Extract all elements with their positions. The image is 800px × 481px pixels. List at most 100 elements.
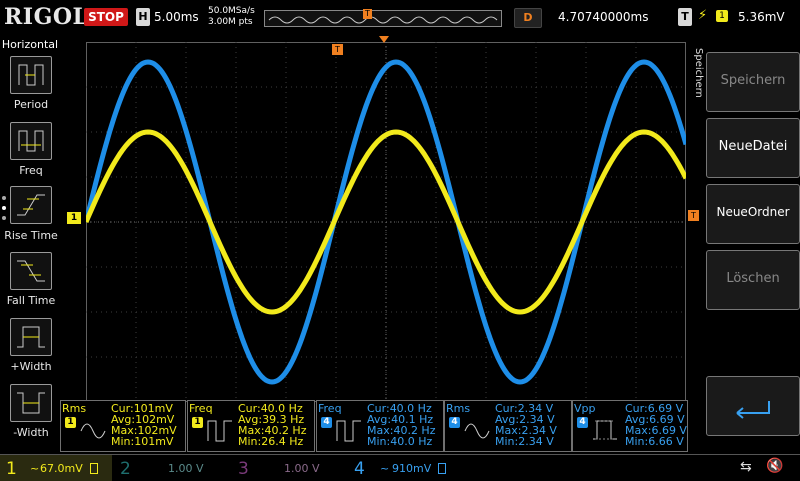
fall-time-label: Fall Time: [6, 294, 56, 307]
left-menu-title: Horizontal: [1, 38, 59, 51]
horizontal-center-marker-icon: [379, 36, 389, 43]
rms-icon: [464, 423, 490, 439]
waveform-canvas: [83, 42, 689, 402]
speichern-button[interactable]: Speichern: [706, 52, 800, 112]
measure-name: Freq: [189, 402, 213, 415]
channel-badge: 4: [577, 417, 588, 428]
channel-badge: 1: [192, 417, 203, 428]
neue-ordner-button[interactable]: NeueOrdner: [706, 184, 800, 244]
delay-value[interactable]: 4.70740000ms: [558, 10, 648, 24]
rms-icon: [80, 423, 106, 439]
ch4-coupling: ~: [380, 462, 390, 475]
ch1-number: 1: [6, 459, 17, 479]
freq-button[interactable]: [10, 122, 52, 160]
speichern-label: Speichern: [720, 73, 786, 88]
memory-depth: 3.00M pts: [208, 17, 253, 27]
neg-width-button[interactable]: [10, 384, 52, 422]
neue-datei-button[interactable]: NeueDatei: [706, 118, 800, 178]
loeschen-button[interactable]: Löschen: [706, 250, 800, 310]
fall-time-icon: [17, 260, 45, 282]
measure-name: Vpp: [574, 402, 596, 415]
period-icon: [18, 64, 44, 86]
page-dot-active-icon: [2, 206, 6, 210]
rise-time-button[interactable]: [10, 186, 52, 224]
period-button[interactable]: [10, 56, 52, 94]
measure-values: Cur:6.69 V Avg:6.69 V Max:6.69 V Min:6.66 V: [625, 403, 687, 447]
memory-waveform-overview: [268, 16, 498, 24]
channel-badge: 1: [65, 417, 76, 428]
ch4-probe-icon: [438, 463, 446, 474]
measure-min: Min:2.34 V: [495, 435, 554, 448]
horizontal-label: H: [136, 8, 150, 26]
measurement-rms-ch1[interactable]: Rms 1 Cur:101mV Avg:102mV Max:102mV Min:101…: [60, 400, 186, 452]
measure-values: Cur:2.34 V Avg:2.34 V Max:2.34 V Min:2.34 V: [495, 403, 557, 447]
measure-min: Min:6.66 V: [625, 435, 684, 448]
trigger-position-marker: T: [363, 9, 372, 19]
measure-min: Min:101mV: [111, 435, 174, 448]
freq-label: Freq: [19, 164, 43, 177]
trigger-level-value[interactable]: 5.36mV: [738, 10, 785, 24]
rise-time-icon: [17, 194, 45, 216]
vpp-icon: [593, 420, 617, 440]
ch4-number[interactable]: 4: [354, 459, 365, 479]
brand-logo: RIGOL: [4, 4, 89, 30]
neg-width-label: -Width: [13, 426, 49, 439]
trigger-label: T: [678, 8, 692, 26]
return-button[interactable]: [706, 376, 800, 436]
measurement-vpp-ch4[interactable]: Vpp 4 Cur:6.69 V Avg:6.69 V Max:6.69 V Min:…: [572, 400, 688, 452]
delay-label: D: [514, 8, 542, 28]
pos-width-label: +Width: [10, 360, 52, 373]
measure-values: Cur:40.0 Hz Avg:40.1 Hz Max:40.2 Hz Min:40.…: [367, 403, 435, 447]
right-menu-title: Speichern: [693, 48, 704, 98]
rise-time-label: Rise Time: [4, 229, 58, 242]
neue-ordner-label: NeueOrdner: [716, 205, 790, 219]
timebase-value[interactable]: 5.00ms: [154, 10, 199, 24]
neue-datei-label: NeueDatei: [718, 139, 788, 154]
ch1-status[interactable]: 1 ~ 67.0mV: [0, 455, 112, 481]
ch2-scale[interactable]: 1.00 V: [168, 462, 204, 475]
measurement-freq-ch1[interactable]: Freq 1 Cur:40.0 Hz Avg:39.3 Hz Max:40.2 Hz…: [187, 400, 315, 452]
usb-icon: ⇆: [740, 459, 752, 475]
run-stop-status[interactable]: STOP: [84, 8, 128, 26]
measure-name: Freq: [318, 402, 342, 415]
trigger-time-marker: T: [332, 44, 343, 55]
trigger-position-strip: T: [264, 9, 502, 27]
loeschen-label: Löschen: [726, 271, 780, 286]
ch1-scale: 67.0mV: [40, 462, 83, 475]
trigger-source-badge: 1: [716, 10, 728, 22]
measure-name: Rms: [446, 402, 471, 415]
positive-width-icon: [17, 326, 45, 348]
ch2-number[interactable]: 2: [120, 459, 131, 479]
measure-name: Rms: [62, 402, 87, 415]
pos-width-button[interactable]: [10, 318, 52, 356]
channel-badge: 4: [321, 417, 332, 428]
period-label: Period: [13, 98, 49, 111]
measurement-rms-ch4[interactable]: Rms 4 Cur:2.34 V Avg:2.34 V Max:2.34 V Min:…: [444, 400, 572, 452]
sample-rate: 50.0MSa/s: [208, 6, 255, 16]
ch3-number[interactable]: 3: [238, 459, 249, 479]
mute-speaker-icon[interactable]: 🔇: [766, 458, 783, 474]
freq-icon: [207, 420, 232, 442]
ch4-scale[interactable]: 910mV: [392, 462, 431, 475]
measurement-freq-ch4[interactable]: Freq 4 Cur:40.0 Hz Avg:40.1 Hz Max:40.2 Hz…: [316, 400, 444, 452]
ch3-scale[interactable]: 1.00 V: [284, 462, 320, 475]
negative-width-icon: [17, 392, 45, 414]
freq-icon: [336, 420, 361, 442]
page-dot-icon: [2, 216, 6, 220]
channel-badge: 4: [449, 417, 460, 428]
return-arrow-icon: [736, 401, 770, 419]
channel-status-bar: 1 ~ 67.0mV 2 1.00 V 3 1.00 V 4 ~ 910mV ⇆…: [0, 454, 800, 481]
measure-values: Cur:101mV Avg:102mV Max:102mV Min:101mV: [111, 403, 177, 447]
acquisition-info: 50.0MSa/s 3.00M pts: [208, 6, 255, 28]
fall-time-button[interactable]: [10, 252, 52, 290]
horizontal-measure-menu: Horizontal Period Freq Rise Time Fall Ti…: [0, 36, 60, 454]
trigger-edge-icon: ⚡: [698, 8, 708, 23]
waveform-display[interactable]: [83, 42, 689, 402]
ch1-coupling: ~: [30, 462, 40, 475]
frequency-icon: [18, 130, 44, 152]
ch1-offset-marker[interactable]: 1: [67, 212, 81, 224]
measure-min: Min:26.4 Hz: [238, 435, 304, 448]
page-dot-icon: [2, 196, 6, 200]
measure-values: Cur:40.0 Hz Avg:39.3 Hz Max:40.2 Hz Min:26.…: [238, 403, 306, 447]
measure-min: Min:40.0 Hz: [367, 435, 433, 448]
